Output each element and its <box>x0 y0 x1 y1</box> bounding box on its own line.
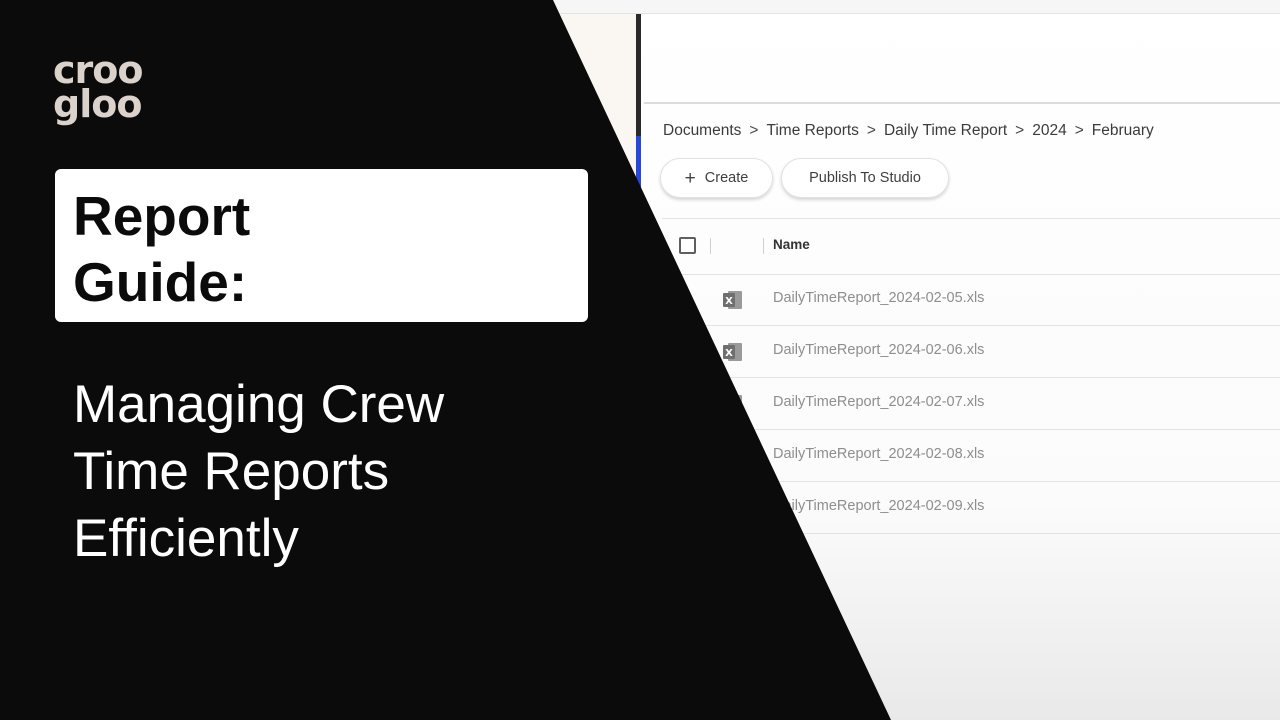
table-row[interactable]: X DailyTimeReport_2024-02-09.xls <box>662 482 1280 534</box>
breadcrumb-documents[interactable]: Documents <box>663 122 741 140</box>
name-column-header[interactable]: Name <box>773 237 810 252</box>
sidebar-rail <box>636 14 641 720</box>
breadcrumb: Documents > Time Reports > Daily Time Re… <box>663 121 1154 141</box>
column-separator <box>710 238 711 254</box>
sidebar-active-indicator <box>636 136 641 206</box>
breadcrumb-2024[interactable]: 2024 <box>1032 122 1066 140</box>
publish-to-studio-button[interactable]: Publish To Studio <box>781 158 949 198</box>
excel-file-icon: X <box>723 395 742 413</box>
table-divider <box>662 533 1280 534</box>
select-all-checkbox[interactable] <box>679 237 696 254</box>
top-bar <box>0 0 1280 14</box>
excel-file-icon: X <box>723 291 742 309</box>
file-name[interactable]: DailyTimeReport_2024-02-08.xls <box>773 446 984 462</box>
svg-text:X: X <box>725 400 733 411</box>
table-row[interactable]: X DailyTimeReport_2024-02-07.xls <box>662 378 1280 430</box>
table-header: Name <box>662 218 1280 274</box>
excel-file-icon: X <box>723 447 742 465</box>
table-row[interactable]: X DailyTimeReport_2024-02-06.xls <box>662 326 1280 378</box>
breadcrumb-separator: > <box>1015 122 1025 139</box>
create-button-label: Create <box>704 170 749 186</box>
excel-file-icon: X <box>723 499 742 517</box>
breadcrumb-separator: > <box>1074 122 1084 139</box>
header-divider <box>644 102 1280 104</box>
file-name[interactable]: DailyTimeReport_2024-02-09.xls <box>773 498 984 514</box>
column-separator <box>763 238 764 254</box>
left-pane <box>560 14 638 720</box>
svg-text:X: X <box>725 348 733 359</box>
breadcrumb-separator: > <box>749 122 759 139</box>
excel-file-icon: X <box>723 343 742 361</box>
table-row[interactable]: X DailyTimeReport_2024-02-08.xls <box>662 430 1280 482</box>
file-name[interactable]: DailyTimeReport_2024-02-05.xls <box>773 290 984 306</box>
file-name[interactable]: DailyTimeReport_2024-02-06.xls <box>773 342 984 358</box>
svg-text:X: X <box>725 296 733 307</box>
document-manager-screen: Documents > Time Reports > Daily Time Re… <box>0 0 1280 720</box>
breadcrumb-separator: > <box>866 122 876 139</box>
breadcrumb-february[interactable]: February <box>1092 122 1154 140</box>
table-row[interactable]: X DailyTimeReport_2024-02-05.xls <box>662 274 1280 326</box>
create-button[interactable]: + Create <box>660 158 773 198</box>
breadcrumb-daily-time-report[interactable]: Daily Time Report <box>884 122 1007 140</box>
svg-text:X: X <box>725 452 733 463</box>
svg-text:X: X <box>725 504 733 515</box>
breadcrumb-time-reports[interactable]: Time Reports <box>766 122 858 140</box>
publish-button-label: Publish To Studio <box>809 170 921 186</box>
plus-icon: + <box>684 167 696 189</box>
file-name[interactable]: DailyTimeReport_2024-02-07.xls <box>773 394 984 410</box>
